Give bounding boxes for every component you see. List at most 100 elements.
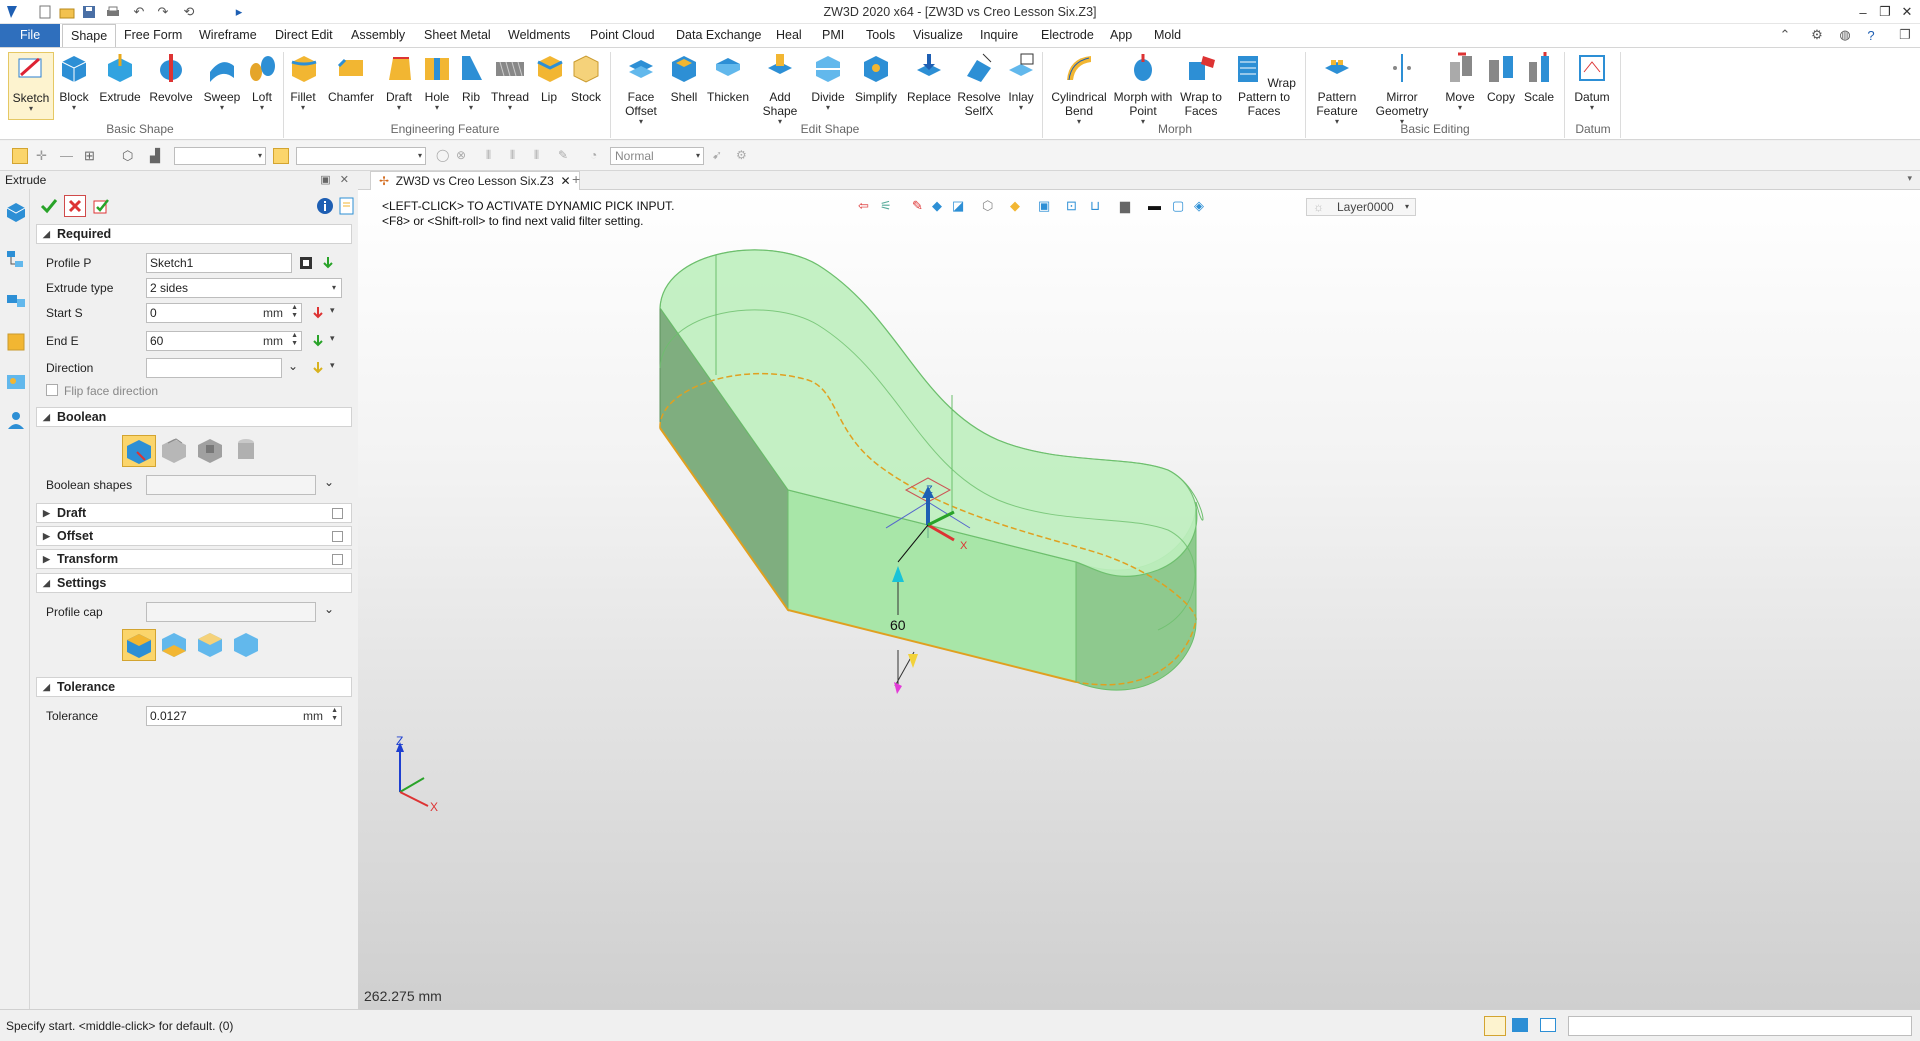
boolean-section-header[interactable]: ◢ Boolean [36, 407, 352, 427]
pin-icon[interactable]: ✎ [558, 148, 574, 164]
thread-button[interactable]: Thread ▾ [490, 52, 530, 112]
part-icon[interactable] [5, 331, 27, 353]
menu-visualize[interactable]: Visualize [905, 24, 971, 47]
cursor-icon[interactable]: ➹ [712, 148, 728, 164]
move-button[interactable]: Move ▾ [1440, 52, 1480, 112]
tolerance-section-header[interactable]: ◢ Tolerance [36, 677, 352, 697]
align-left-icon[interactable]: ⫴ [486, 148, 502, 164]
cancel-button[interactable] [64, 195, 86, 217]
tab-list-icon[interactable]: ▾ [1907, 173, 1912, 184]
info-button[interactable] [314, 195, 336, 217]
required-section-header[interactable]: ◢ Required [36, 224, 352, 244]
profile-cap-input[interactable] [146, 602, 316, 622]
start-options-caret-icon[interactable]: ▾ [330, 305, 335, 316]
end-options-icon[interactable] [310, 333, 326, 349]
scale-button[interactable]: Scale [1522, 52, 1556, 104]
menu-mold[interactable]: Mold [1146, 24, 1189, 47]
direction-options-icon[interactable] [310, 360, 326, 376]
tab-close-icon[interactable]: ✕ [560, 174, 570, 188]
ribbon-restore-icon[interactable]: ❐ [1896, 26, 1914, 44]
divide-button[interactable]: Divide ▾ [808, 52, 848, 112]
tolerance-input[interactable]: 0.0127 mm ▲ ▼ [146, 706, 342, 726]
menu-data-exchange[interactable]: Data Exchange [668, 24, 769, 47]
menu-electrode[interactable]: Electrode [1033, 24, 1102, 47]
status-display-icon[interactable] [1512, 1018, 1528, 1032]
stock-button[interactable]: Stock [568, 52, 604, 104]
transform-checkbox[interactable] [332, 554, 343, 565]
menu-heal[interactable]: Heal [768, 24, 810, 47]
selection-combo[interactable]: ▾ [296, 147, 426, 165]
extrude-button[interactable]: Extrude [98, 52, 142, 104]
draft-section-header[interactable]: ▶ Draft [36, 503, 352, 523]
rotate-filter-icon[interactable]: ⊗ [456, 148, 472, 164]
3d-viewport[interactable]: <LEFT-CLICK> TO ACTIVATE DYNAMIC PICK IN… [358, 190, 1920, 1009]
restore-icon[interactable]: ❐ [1874, 2, 1896, 22]
circle-filter-icon[interactable]: ◯ [436, 148, 452, 164]
draft-checkbox[interactable] [332, 508, 343, 519]
flip-face-checkbox[interactable] [46, 384, 58, 396]
settings-small-icon[interactable]: ⚙ [736, 148, 752, 164]
pick-profile-icon[interactable] [298, 255, 314, 271]
cap-both-button[interactable] [122, 629, 156, 661]
extrude-type-select[interactable]: 2 sides ▾ [146, 278, 342, 298]
menu-app[interactable]: App [1102, 24, 1140, 47]
pin-ribbon-icon[interactable]: ⌃ [1776, 26, 1794, 44]
block-button[interactable]: Block ▾ [56, 52, 92, 112]
inlay-button[interactable]: Inlay ▾ [1004, 52, 1038, 112]
loft-button[interactable]: Loft ▾ [244, 52, 280, 112]
extrude-dimension-label[interactable]: 60 [890, 617, 906, 633]
profile-field[interactable]: Sketch1 [146, 253, 292, 273]
chamfer-button[interactable]: Chamfer [326, 52, 376, 104]
cap-end-button[interactable] [194, 629, 228, 661]
expand-double-chevron-icon[interactable]: ⌄ [288, 359, 298, 373]
menu-shape[interactable]: Shape [62, 24, 117, 48]
close-icon[interactable]: ✕ [1896, 2, 1918, 22]
status-grid-icon[interactable] [1540, 1018, 1556, 1032]
align-center-icon[interactable]: ⫴ [510, 148, 526, 164]
transform-section-header[interactable]: ▶ Transform [36, 549, 352, 569]
sketch-button[interactable]: Sketch ▾ [8, 52, 54, 120]
menu-wireframe[interactable]: Wireframe [191, 24, 265, 47]
settings-section-header[interactable]: ◢ Settings [36, 573, 352, 593]
globe-icon[interactable]: ◍ [1836, 26, 1854, 44]
boolean-remove-button[interactable] [194, 435, 228, 467]
offset-section-header[interactable]: ▶ Offset [36, 526, 352, 546]
revolve-button[interactable]: Revolve [148, 52, 194, 104]
boolean-expand-icon[interactable]: ⌄ [324, 475, 334, 489]
menu-sheet-metal[interactable]: Sheet Metal [416, 24, 499, 47]
apply-button[interactable] [90, 195, 112, 217]
settings-gear-icon[interactable]: ⚙ [1808, 26, 1826, 44]
history-tree-icon[interactable] [5, 249, 27, 271]
panel-close-icon[interactable]: ✕ [340, 174, 349, 186]
menu-tools[interactable]: Tools [858, 24, 903, 47]
simplify-button[interactable]: Simplify [852, 52, 900, 104]
start-input[interactable]: 0 mm ▲ ▼ [146, 303, 302, 323]
direction-input[interactable] [146, 358, 282, 378]
hole-button[interactable]: Hole ▾ [420, 52, 454, 112]
align-right-icon[interactable]: ⫴ [534, 148, 550, 164]
end-input[interactable]: 60 mm ▲ ▼ [146, 331, 302, 351]
menu-point-cloud[interactable]: Point Cloud [582, 24, 663, 47]
fillet-button[interactable]: Fillet ▾ [288, 52, 318, 112]
wrap-to-faces-button[interactable]: Wrap to Faces [1176, 52, 1226, 118]
wrap-pattern-to-faces-button[interactable]: Wrap Pattern to Faces [1226, 52, 1302, 118]
profile-options-icon[interactable] [320, 255, 336, 271]
lip-button[interactable]: Lip [534, 52, 564, 104]
direction-options-caret-icon[interactable]: ▾ [330, 360, 335, 371]
pattern-feature-button[interactable]: Pattern Feature ▾ [1312, 52, 1362, 126]
menu-free-form[interactable]: Free Form [116, 24, 190, 47]
shape-filter-icon[interactable]: ⬡ [122, 148, 138, 164]
sweep-button[interactable]: Sweep ▾ [202, 52, 242, 112]
assembly-tree-icon[interactable] [5, 289, 27, 311]
status-view-icon[interactable] [1484, 1016, 1506, 1036]
user-icon[interactable] [5, 409, 27, 431]
mirror-geometry-button[interactable]: Mirror Geometry ▾ [1370, 52, 1434, 126]
smart-pick-icon[interactable] [273, 148, 289, 164]
view-manager-icon[interactable] [5, 371, 27, 393]
line-filter-icon[interactable]: — [60, 148, 76, 164]
help-icon[interactable]: ? [1862, 26, 1880, 44]
ok-button[interactable] [38, 195, 60, 217]
end-spinner-icon[interactable]: ▲ ▼ [291, 332, 298, 348]
document-tab[interactable]: ✢ ZW3D vs Creo Lesson Six.Z3 ✕ [370, 171, 580, 190]
minimize-icon[interactable]: – [1852, 2, 1874, 22]
